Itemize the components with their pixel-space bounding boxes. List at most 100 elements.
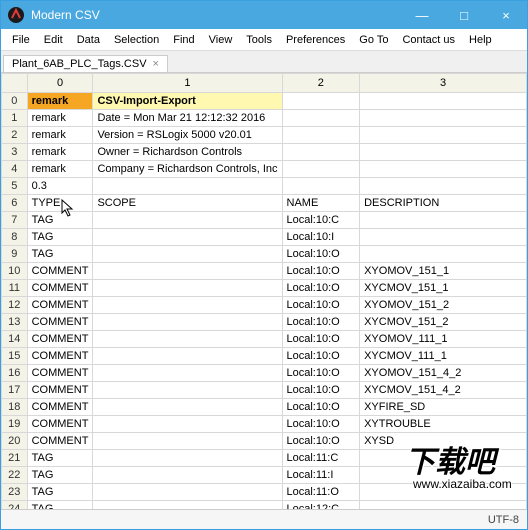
table-row[interactable]: 3remarkOwner = Richardson Controls xyxy=(2,144,527,161)
cell[interactable]: COMMENT xyxy=(27,365,93,382)
cell[interactable]: Local:11:O xyxy=(282,484,360,501)
cell[interactable] xyxy=(93,212,282,229)
cell[interactable] xyxy=(93,229,282,246)
row-header[interactable]: 21 xyxy=(2,450,28,467)
cell[interactable]: Local:10:O xyxy=(282,280,360,297)
cell[interactable] xyxy=(93,178,282,195)
cell[interactable]: Local:10:O xyxy=(282,416,360,433)
cell[interactable] xyxy=(360,110,527,127)
cell[interactable] xyxy=(282,178,360,195)
row-header[interactable]: 24 xyxy=(2,501,28,510)
row-header[interactable]: 17 xyxy=(2,382,28,399)
table-row[interactable]: 10COMMENTLocal:10:OXYOMOV_151_1 xyxy=(2,263,527,280)
cell[interactable]: Owner = Richardson Controls xyxy=(93,144,282,161)
cell[interactable] xyxy=(93,467,282,484)
row-header[interactable]: 8 xyxy=(2,229,28,246)
cell[interactable] xyxy=(360,161,527,178)
cell[interactable]: TAG xyxy=(27,501,93,510)
cell[interactable]: COMMENT xyxy=(27,382,93,399)
row-header[interactable]: 3 xyxy=(2,144,28,161)
cell[interactable]: Local:12:C xyxy=(282,501,360,510)
table-row[interactable]: 6TYPESCOPENAMEDESCRIPTION xyxy=(2,195,527,212)
cell[interactable]: Local:10:I xyxy=(282,229,360,246)
row-header[interactable]: 23 xyxy=(2,484,28,501)
tab-close-icon[interactable]: × xyxy=(153,58,159,70)
table-row[interactable]: 13COMMENTLocal:10:OXYCMOV_151_2 xyxy=(2,314,527,331)
cell[interactable]: TAG xyxy=(27,467,93,484)
menu-tools[interactable]: Tools xyxy=(239,32,279,48)
menu-edit[interactable]: Edit xyxy=(37,32,70,48)
cell[interactable]: XYOMOV_151_4_2 xyxy=(360,365,527,382)
cell[interactable] xyxy=(282,144,360,161)
cell[interactable]: XYOMOV_111_1 xyxy=(360,331,527,348)
cell[interactable] xyxy=(360,501,527,510)
cell[interactable]: Local:11:I xyxy=(282,467,360,484)
table-row[interactable]: 9TAGLocal:10:O xyxy=(2,246,527,263)
cell[interactable]: remark xyxy=(27,144,93,161)
cell[interactable] xyxy=(93,297,282,314)
cell[interactable]: COMMENT xyxy=(27,263,93,280)
table-row[interactable]: 24TAG Local:12:C xyxy=(2,501,527,510)
row-header[interactable]: 22 xyxy=(2,467,28,484)
cell[interactable] xyxy=(282,161,360,178)
menu-preferences[interactable]: Preferences xyxy=(279,32,352,48)
cell[interactable]: CSV-Import-Export xyxy=(93,93,282,110)
cell[interactable]: NAME xyxy=(282,195,360,212)
table-row[interactable]: 17COMMENT Local:10:OXYCMOV_151_4_2 xyxy=(2,382,527,399)
row-header[interactable]: 4 xyxy=(2,161,28,178)
cell[interactable]: XYCMOV_151_2 xyxy=(360,314,527,331)
cell[interactable]: COMMENT xyxy=(27,416,93,433)
cell[interactable]: TAG xyxy=(27,484,93,501)
table-row[interactable]: 19COMMENTLocal:10:OXYTROUBLE xyxy=(2,416,527,433)
row-header[interactable]: 9 xyxy=(2,246,28,263)
cell[interactable]: 0.3 xyxy=(27,178,93,195)
cell[interactable]: Local:10:O xyxy=(282,365,360,382)
menu-go-to[interactable]: Go To xyxy=(352,32,395,48)
cell[interactable] xyxy=(93,365,282,382)
menu-file[interactable]: File xyxy=(5,32,37,48)
cell[interactable]: COMMENT xyxy=(27,433,93,450)
cell[interactable]: remark xyxy=(27,161,93,178)
column-header-0[interactable]: 0 xyxy=(27,74,93,93)
row-header[interactable]: 12 xyxy=(2,297,28,314)
row-header[interactable]: 0 xyxy=(2,93,28,110)
cell[interactable]: COMMENT xyxy=(27,297,93,314)
cell[interactable]: remark xyxy=(27,110,93,127)
table-row[interactable]: 2remarkVersion = RSLogix 5000 v20.01 xyxy=(2,127,527,144)
menu-view[interactable]: View xyxy=(202,32,240,48)
cell[interactable]: Local:10:O xyxy=(282,297,360,314)
cell[interactable] xyxy=(360,229,527,246)
column-header-1[interactable]: 1 xyxy=(93,74,282,93)
cell[interactable] xyxy=(93,433,282,450)
cell[interactable]: TAG xyxy=(27,212,93,229)
cell[interactable]: COMMENT xyxy=(27,348,93,365)
cell[interactable] xyxy=(360,212,527,229)
cell[interactable] xyxy=(93,246,282,263)
table-row[interactable]: 50.3 xyxy=(2,178,527,195)
cell[interactable]: TAG xyxy=(27,450,93,467)
cell[interactable]: XYCMOV_111_1 xyxy=(360,348,527,365)
table-row[interactable]: 7TAGLocal:10:C xyxy=(2,212,527,229)
cell[interactable]: Local:10:O xyxy=(282,314,360,331)
row-header[interactable]: 14 xyxy=(2,331,28,348)
cell[interactable]: Local:11:C xyxy=(282,450,360,467)
cell[interactable]: Local:10:O xyxy=(282,331,360,348)
cell[interactable] xyxy=(93,450,282,467)
table-row[interactable]: 8TAG Local:10:I xyxy=(2,229,527,246)
cell[interactable]: TAG xyxy=(27,229,93,246)
cell[interactable]: XYOMOV_151_2 xyxy=(360,297,527,314)
cell[interactable] xyxy=(282,110,360,127)
cell[interactable]: XYCMOV_151_4_2 xyxy=(360,382,527,399)
cell[interactable]: Local:10:O xyxy=(282,382,360,399)
row-header[interactable]: 1 xyxy=(2,110,28,127)
row-header[interactable]: 19 xyxy=(2,416,28,433)
cell[interactable] xyxy=(93,382,282,399)
row-header[interactable]: 10 xyxy=(2,263,28,280)
menu-selection[interactable]: Selection xyxy=(107,32,166,48)
cell[interactable] xyxy=(93,399,282,416)
table-row[interactable]: 16COMMENTLocal:10:OXYOMOV_151_4_2 xyxy=(2,365,527,382)
cell[interactable] xyxy=(93,416,282,433)
close-button[interactable]: × xyxy=(485,1,527,29)
table-row[interactable]: 12COMMENT Local:10:OXYOMOV_151_2 xyxy=(2,297,527,314)
row-header[interactable]: 15 xyxy=(2,348,28,365)
